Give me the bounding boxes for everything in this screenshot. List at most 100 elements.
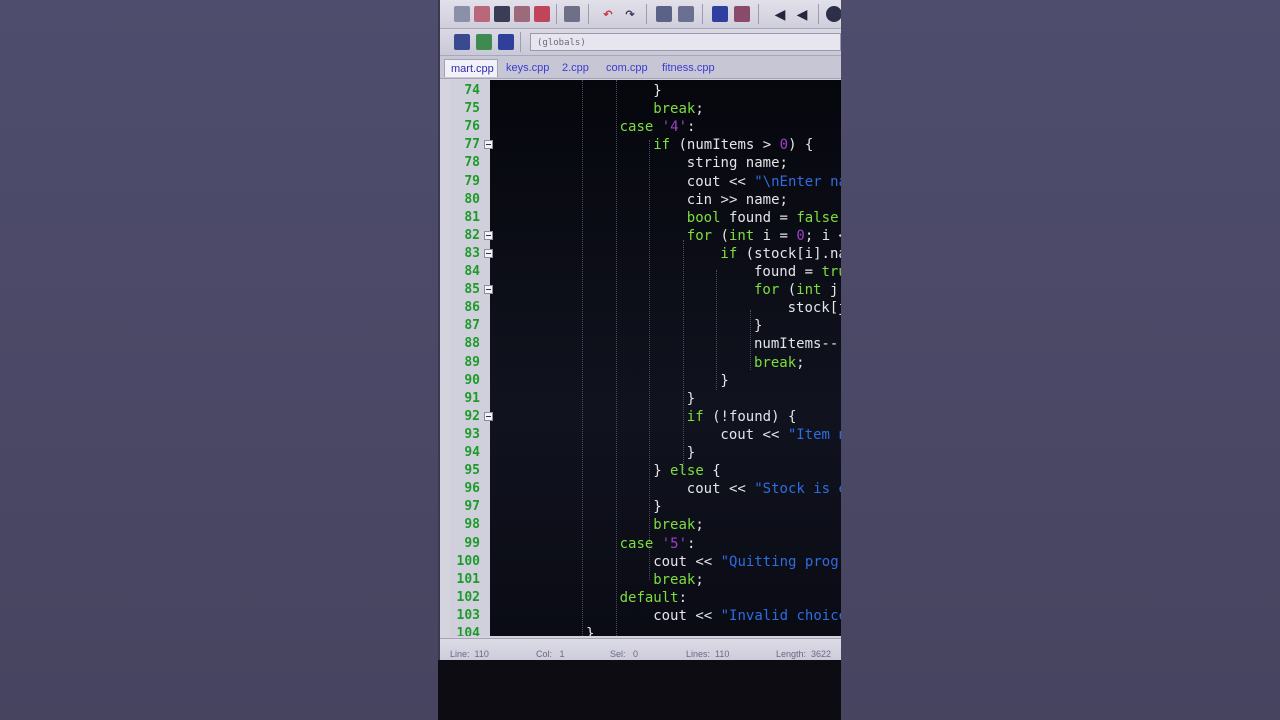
line-number: 103 [456, 607, 480, 623]
code-line[interactable]: 87} [450, 317, 841, 335]
code-line[interactable]: 96 cout << "Stock is empt [450, 480, 841, 498]
code-text: } [586, 625, 594, 636]
code-line[interactable]: 101 break; [450, 571, 841, 589]
keyword-token: bool [686, 209, 721, 226]
code-line[interactable]: 74} [450, 82, 841, 100]
code-line[interactable]: 94} [450, 444, 841, 462]
code-line[interactable]: 85 for (int j = [450, 281, 841, 299]
code-line[interactable]: 89 break; [450, 354, 841, 372]
toolbar-divider [646, 4, 647, 24]
new-file-icon[interactable] [454, 6, 470, 22]
toolbar-divider [702, 4, 703, 24]
unindent-icon[interactable] [734, 6, 750, 22]
find-icon[interactable] [656, 6, 672, 22]
goto-icon[interactable] [476, 34, 492, 50]
code-line[interactable]: 90} [450, 372, 841, 390]
code-line[interactable]: 76 case '4': [450, 118, 841, 136]
print-icon[interactable] [564, 6, 580, 22]
code-line[interactable]: 100 cout << "Quitting program. [450, 553, 841, 571]
code-line[interactable]: 79 cout << "\nEnter name [450, 173, 841, 191]
fold-toggle-icon[interactable] [484, 248, 493, 258]
close-icon[interactable] [534, 6, 550, 22]
code-text: case '5': [620, 535, 696, 553]
code-line[interactable]: 81 bool found = false; [450, 209, 841, 227]
code-line[interactable]: 103 cout << "Invalid choice.\n [450, 607, 841, 625]
code-token: : [687, 535, 696, 552]
scope-selector[interactable]: (globals) [530, 33, 841, 51]
keyword-token: break [653, 101, 696, 118]
fold-toggle-icon[interactable] [484, 285, 493, 295]
code-token: "Item not [787, 426, 841, 443]
save-all-icon[interactable] [514, 6, 530, 22]
tab-fitness-cpp[interactable]: fitness.cpp [656, 59, 720, 77]
line-number: 81 [464, 209, 480, 225]
code-line[interactable]: 83 if (stock[i].name [450, 245, 841, 263]
keyword-token: else [670, 463, 704, 480]
keyword-token: true [821, 264, 841, 280]
tab-keys-cpp[interactable]: keys.cpp [500, 59, 554, 77]
line-number: 96 [464, 481, 480, 497]
keyword-token: if [720, 245, 738, 262]
project-icon[interactable] [498, 34, 514, 50]
debug-icon[interactable] [826, 6, 841, 22]
code-line[interactable]: 98 break; [450, 516, 841, 534]
open-file-icon[interactable] [474, 6, 490, 22]
code-text: for (int i = 0; i < n [687, 227, 841, 245]
code-line[interactable]: 84 found = true; [450, 263, 841, 281]
code-line[interactable]: 91} [450, 390, 841, 408]
class-browser-icon[interactable] [454, 34, 470, 50]
line-number: 93 [464, 426, 480, 442]
undo-icon[interactable]: ↶ [600, 6, 616, 22]
code-text: case '4': [620, 118, 696, 136]
code-line[interactable]: 102 default: [450, 589, 841, 607]
redo-icon[interactable]: ↷ [622, 6, 638, 22]
code-line[interactable]: 97} [450, 498, 841, 516]
code-token: ; [695, 101, 704, 118]
code-text: string name; [687, 154, 788, 172]
bookmark-next-icon[interactable]: ◀ [794, 6, 810, 22]
line-number: 84 [464, 264, 480, 279]
code-text: default: [620, 589, 687, 607]
code-line[interactable]: 95} else { [450, 462, 841, 480]
tab-com-cpp[interactable]: com.cpp [600, 59, 654, 77]
save-icon[interactable] [494, 6, 510, 22]
code-text: for (int j = [754, 281, 841, 299]
right-letterbox [841, 0, 1280, 720]
code-editor[interactable]: 74} 75 break; 76 case '4': 77 if (numItems > 0… [450, 80, 841, 636]
line-number: 101 [456, 571, 480, 587]
code-line[interactable]: 86 stock[j] [450, 299, 841, 317]
line-number: 92 [464, 408, 480, 424]
fold-toggle-icon[interactable] [484, 230, 493, 240]
line-number: 97 [464, 499, 480, 515]
replace-icon[interactable] [678, 6, 694, 22]
code-line[interactable]: 104} [450, 625, 841, 636]
code-line[interactable]: 93 cout << "Item not [450, 426, 841, 444]
code-line[interactable]: 78 string name; [450, 154, 841, 172]
code-token: cout << [686, 173, 755, 190]
code-text: cin >> name; [687, 191, 788, 209]
indent-icon[interactable] [712, 6, 728, 22]
line-number: 99 [464, 535, 480, 551]
fold-toggle-icon[interactable] [484, 411, 493, 421]
fold-toggle-icon[interactable] [484, 140, 493, 150]
code-text: bool found = false; [687, 209, 841, 227]
code-line[interactable]: 88 numItems--; [450, 335, 841, 353]
code-text: break; [653, 516, 704, 534]
code-token: { [703, 463, 721, 480]
code-token: "Invalid choice.\n [720, 607, 841, 624]
code-line[interactable]: 99 case '5': [450, 535, 841, 553]
code-line[interactable]: 80 cin >> name; [450, 191, 841, 209]
code-line[interactable]: 77 if (numItems > 0) { [450, 136, 841, 154]
code-text: cout << "\nEnter name [687, 173, 841, 191]
code-text: break; [653, 571, 704, 589]
toolbar-divider [588, 4, 589, 24]
code-line[interactable]: 92 if (!found) { [450, 408, 841, 426]
bookmark-icon[interactable]: ◀ [772, 6, 788, 22]
code-line[interactable]: 75 break; [450, 100, 841, 118]
line-number: 87 [464, 318, 480, 334]
tab-2-cpp[interactable]: 2.cpp [556, 59, 596, 77]
tab-mart-cpp[interactable]: mart.cpp [444, 59, 498, 77]
code-token: "Quitting program. [720, 553, 841, 570]
code-text: found = true; [754, 263, 841, 281]
code-line[interactable]: 82 for (int i = 0; i < n [450, 227, 841, 245]
